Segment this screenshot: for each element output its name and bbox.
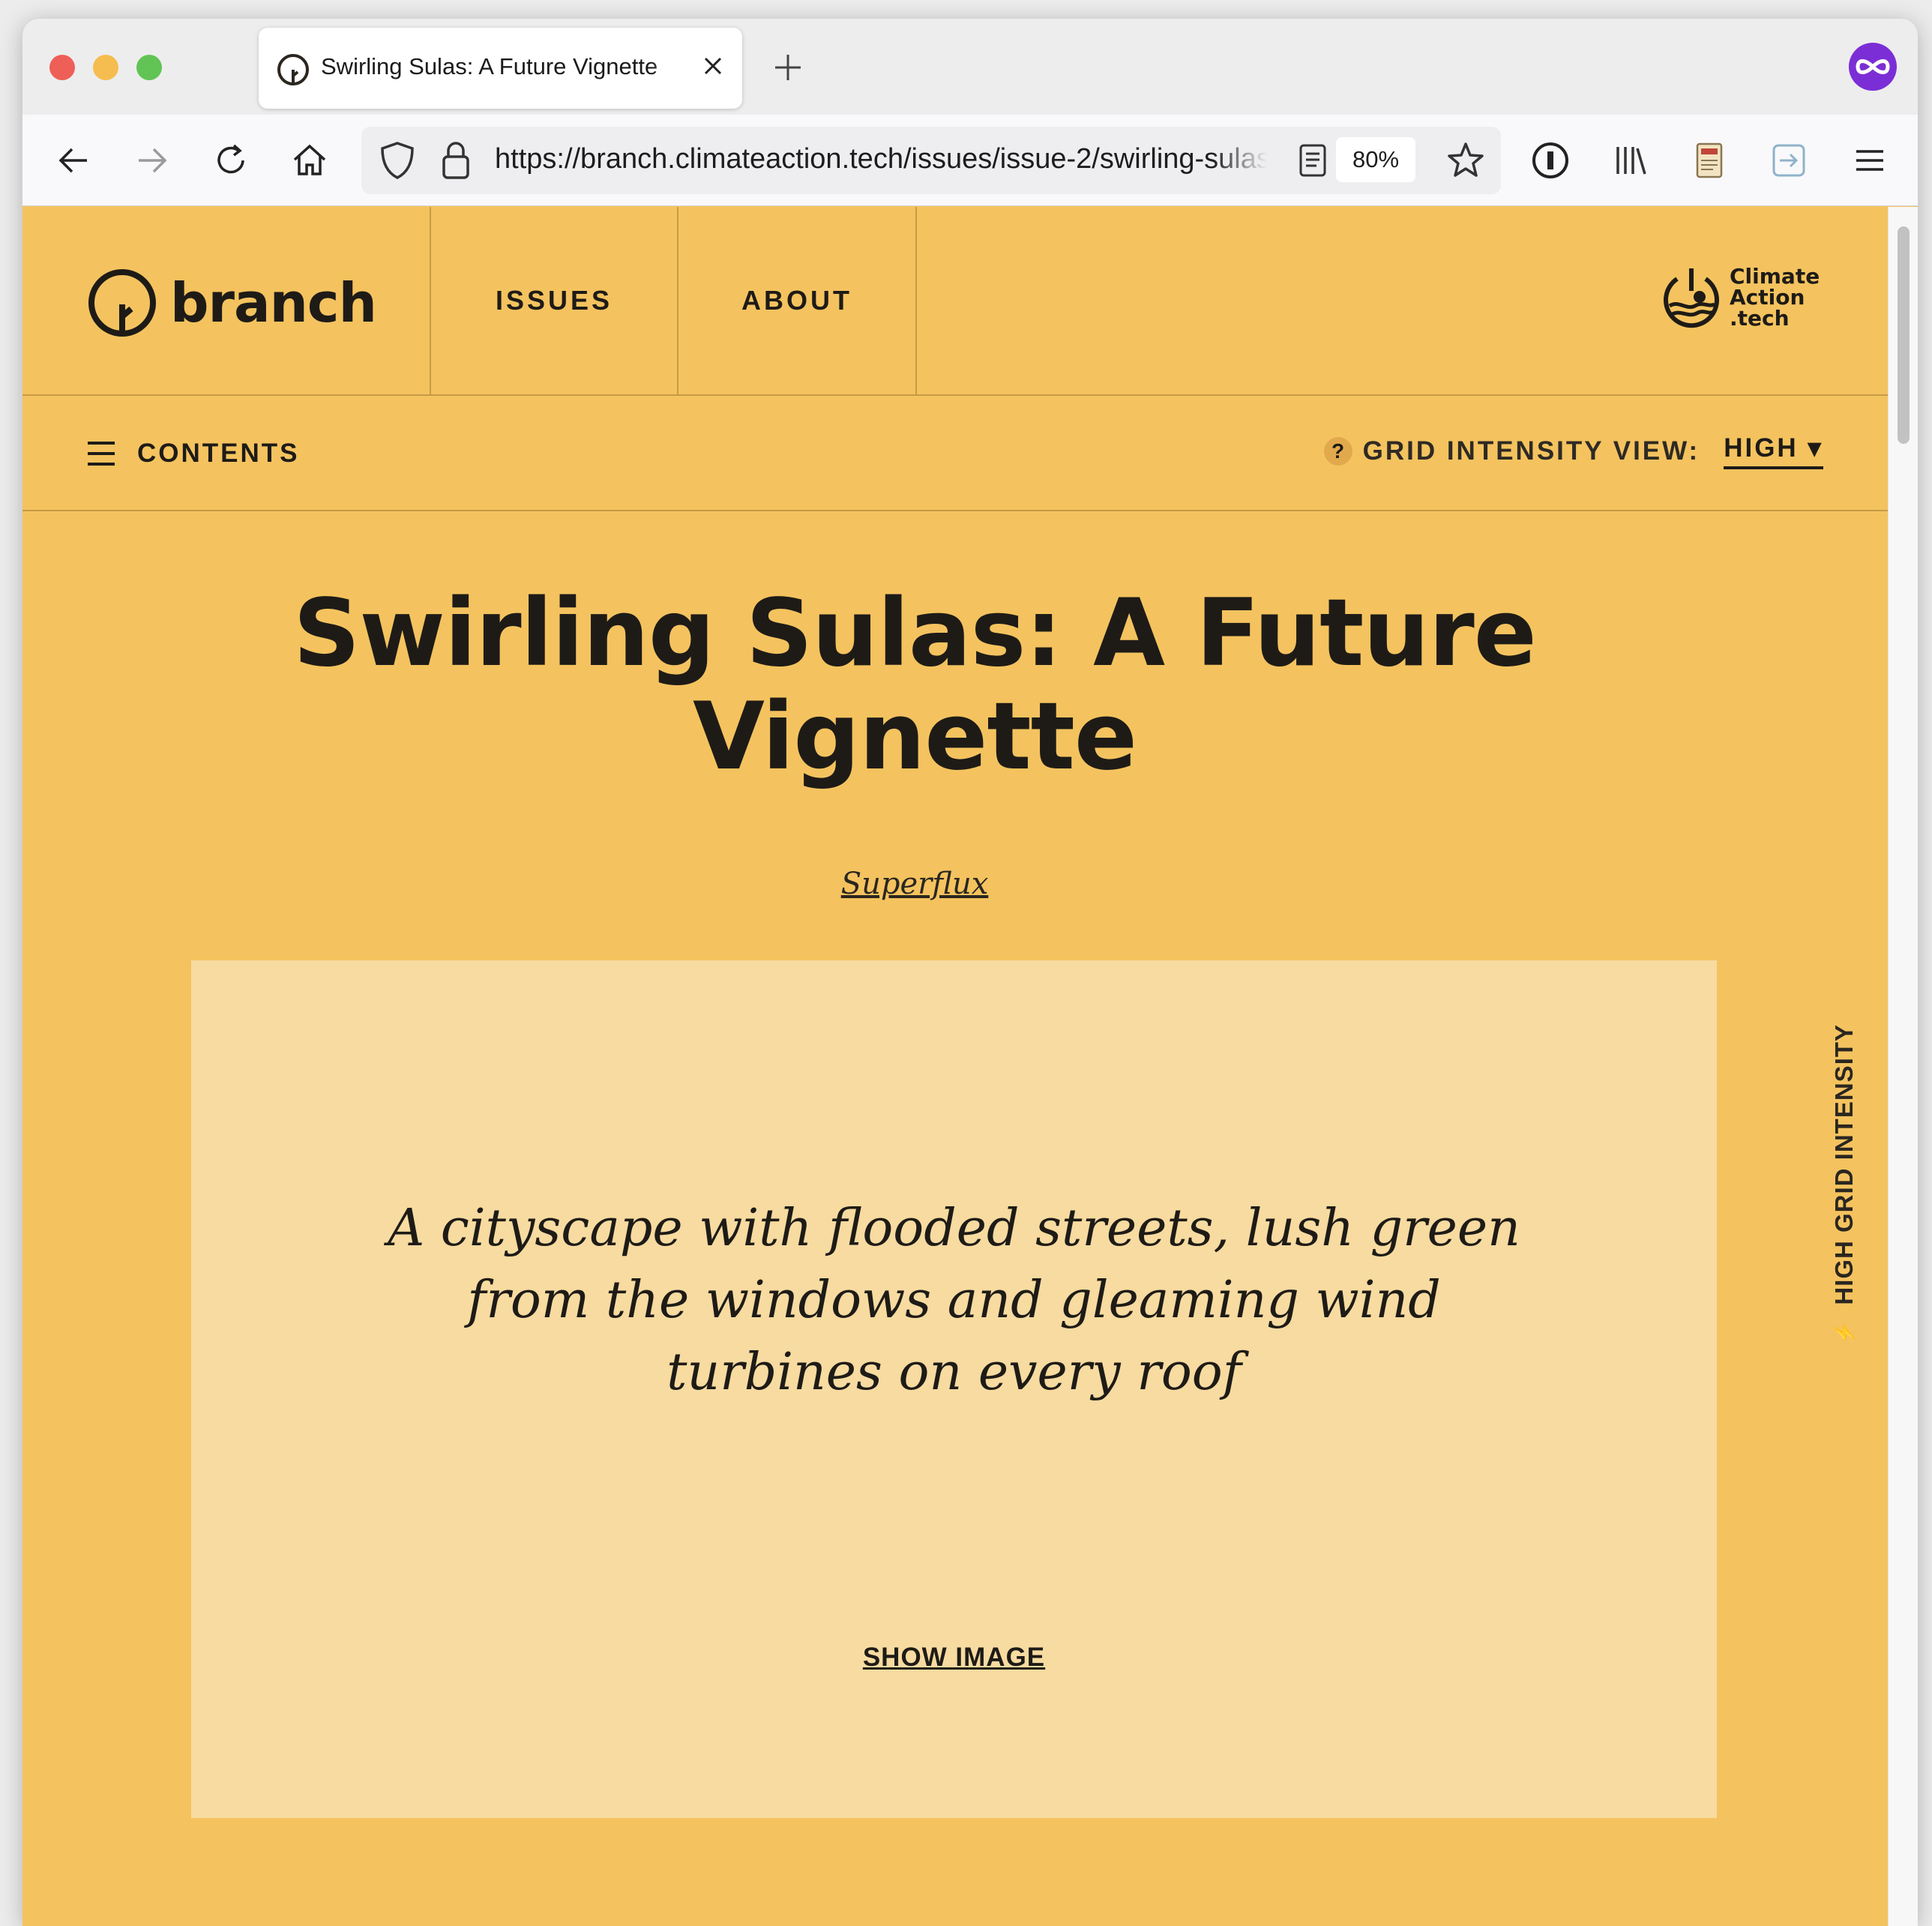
reload-button[interactable] <box>210 139 252 181</box>
browser-window: Swirling Sulas: A Future Vignette https:… <box>22 19 1918 1926</box>
scrollbar-thumb[interactable] <box>1898 226 1910 444</box>
bookmark-star-icon[interactable] <box>1445 140 1486 181</box>
branch-logo-icon <box>88 269 156 337</box>
new-tab-icon[interactable] <box>772 52 804 83</box>
branch-logo[interactable]: branch <box>86 265 377 340</box>
article-author-link[interactable]: Superflux <box>772 867 1057 901</box>
tab-bar: Swirling Sulas: A Future Vignette <box>22 19 1918 115</box>
tab-title: Swirling Sulas: A Future Vignette <box>321 53 658 79</box>
extension-icon[interactable] <box>1847 41 1898 92</box>
site-header: branch ISSUES ABOUT Climate Action .tech <box>22 207 1888 396</box>
show-image-button[interactable]: SHOW IMAGE <box>836 1643 1072 1673</box>
grid-intensity-side-tab[interactable]: ⚡ HIGH GRID INTENSITY <box>1830 1005 1859 1364</box>
side-tab-label: HIGH GRID INTENSITY <box>1830 1023 1858 1305</box>
lock-icon[interactable] <box>439 139 472 181</box>
wordmark-line-2: Action <box>1730 285 1805 310</box>
home-button[interactable] <box>289 139 331 181</box>
home-icon <box>293 144 326 175</box>
lightning-bolt-icon: ⚡ <box>1832 1319 1856 1346</box>
climate-action-globe-icon <box>1664 268 1719 328</box>
image-alt-text: A cityscape with flooded streets, lush g… <box>388 1199 1520 1402</box>
grid-intensity-control: ? GRID INTENSITY VIEW: HIGH ▾ <box>1323 429 1823 474</box>
nav-issues-link[interactable]: ISSUES <box>430 207 677 394</box>
nav-about-link[interactable]: ABOUT <box>677 207 917 394</box>
contents-toggle-button[interactable]: CONTENTS <box>86 435 300 472</box>
address-bar[interactable]: https://branch.climateaction.tech/issues… <box>361 127 1501 194</box>
close-window-button[interactable] <box>49 55 75 80</box>
reload-icon <box>217 144 244 174</box>
climate-action-tech-logo[interactable]: Climate Action .tech <box>1661 265 1827 330</box>
branch-favicon-icon <box>277 54 309 85</box>
article-title: Swirling Sulas: A Future Vignette <box>293 580 1537 791</box>
wordmark-line-1: Climate <box>1730 264 1820 289</box>
grid-intensity-label: GRID INTENSITY VIEW: <box>1362 436 1700 466</box>
web-page: branch ISSUES ABOUT Climate Action .tech <box>22 207 1888 1926</box>
forward-button[interactable] <box>131 139 173 181</box>
branch-logo-text: branch <box>170 271 377 334</box>
toolbar-row: CONTENTS ? GRID INTENSITY VIEW: HIGH ▾ <box>22 396 1888 511</box>
password-manager-icon[interactable] <box>1529 139 1571 181</box>
maximize-window-button[interactable] <box>136 55 162 80</box>
back-arrow-icon <box>58 148 87 173</box>
page-scrollbar[interactable] <box>1888 207 1918 1926</box>
reader-view-icon[interactable] <box>1298 143 1327 178</box>
close-tab-icon[interactable] <box>702 55 724 77</box>
menu-lines-icon <box>88 442 115 466</box>
minimize-window-button[interactable] <box>93 55 118 80</box>
browser-tab-active[interactable]: Swirling Sulas: A Future Vignette <box>259 28 742 109</box>
wordmark-line-3: .tech <box>1730 306 1790 331</box>
notes-extension-icon[interactable] <box>1688 139 1730 181</box>
help-icon[interactable]: ? <box>1323 437 1352 466</box>
share-extension-icon[interactable] <box>1768 139 1810 181</box>
climate-action-tech-wordmark: Climate Action .tech <box>1730 266 1827 329</box>
forward-arrow-icon <box>139 148 167 173</box>
url-text[interactable]: https://branch.climateaction.tech/issues… <box>495 143 1267 175</box>
shield-icon[interactable] <box>378 140 417 181</box>
back-button[interactable] <box>52 139 94 181</box>
image-placeholder: A cityscape with flooded streets, lush g… <box>191 960 1717 1818</box>
zoom-level-button[interactable]: 80% <box>1336 137 1415 182</box>
library-icon[interactable] <box>1610 139 1652 181</box>
contents-label: CONTENTS <box>137 439 300 468</box>
hamburger-menu-icon[interactable] <box>1849 139 1891 181</box>
navigation-bar: https://branch.climateaction.tech/issues… <box>22 115 1918 206</box>
grid-intensity-select[interactable]: HIGH ▾ <box>1724 433 1823 469</box>
